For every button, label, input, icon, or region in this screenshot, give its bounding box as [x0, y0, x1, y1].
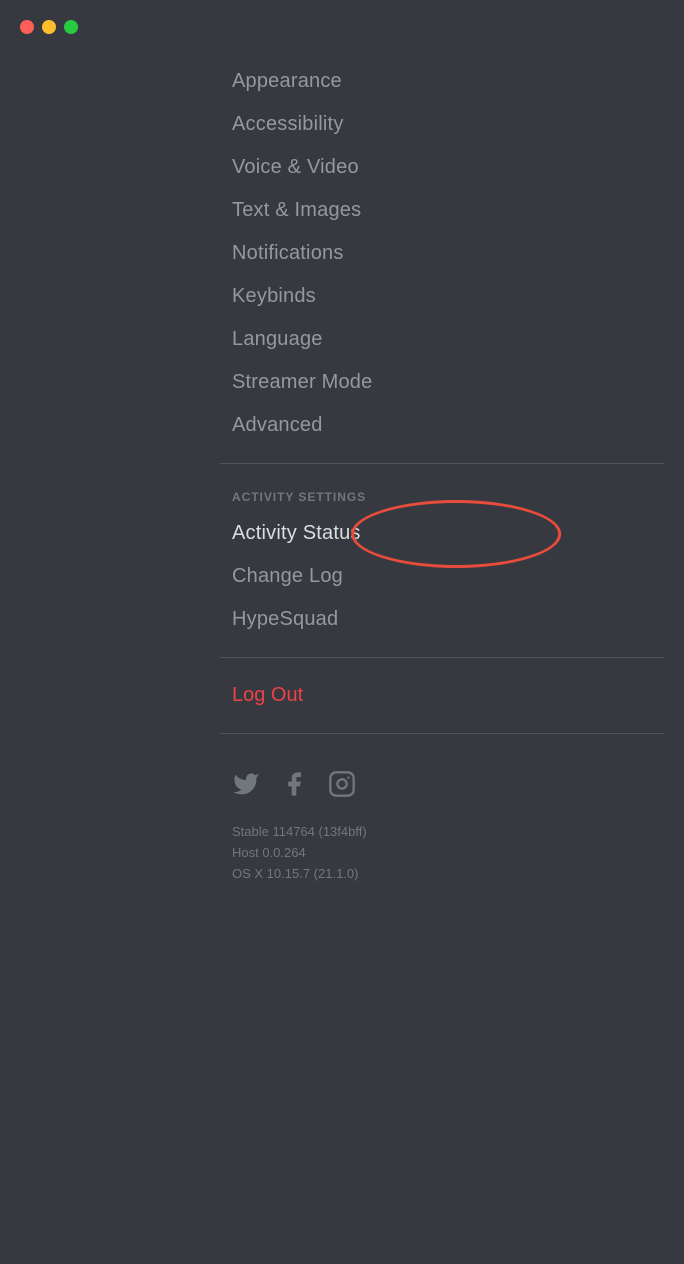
maximize-button[interactable]: [64, 20, 78, 34]
sidebar-item-change-log[interactable]: Change Log: [220, 555, 684, 598]
sidebar-item-text-images[interactable]: Text & Images: [220, 189, 684, 232]
instagram-icon[interactable]: [328, 770, 356, 798]
activity-status-wrapper: Activity Status: [220, 512, 684, 555]
sidebar-item-change-log-wrapper: Change Log: [220, 555, 684, 598]
nav-list: Appearance Accessibility Voice & Video T…: [0, 0, 684, 447]
activity-settings-header: ACTIVITY SETTINGS: [220, 480, 684, 512]
twitter-icon[interactable]: [232, 770, 260, 798]
sidebar-item-accessibility[interactable]: Accessibility: [220, 103, 684, 146]
version-line-2: Host 0.0.264: [232, 843, 672, 864]
divider-activity: [220, 463, 664, 464]
version-line-1: Stable 114764 (13f4bff): [232, 822, 672, 843]
sidebar-item-advanced[interactable]: Advanced: [220, 404, 684, 447]
facebook-icon[interactable]: [280, 770, 308, 798]
settings-sidebar: Appearance Accessibility Voice & Video T…: [0, 0, 684, 888]
sidebar-item-hypesquad[interactable]: HypeSquad: [220, 598, 684, 641]
version-info: Stable 114764 (13f4bff) Host 0.0.264 OS …: [220, 818, 684, 888]
minimize-button[interactable]: [42, 20, 56, 34]
logout-button[interactable]: Log Out: [0, 674, 684, 717]
sidebar-item-appearance[interactable]: Appearance: [220, 60, 684, 103]
sidebar-item-voice-video[interactable]: Voice & Video: [220, 146, 684, 189]
divider-logout: [220, 657, 664, 658]
sidebar-item-activity-status[interactable]: Activity Status: [220, 512, 684, 555]
divider-footer: [220, 733, 664, 734]
social-icons-group: [220, 750, 684, 818]
sidebar-item-streamer-mode[interactable]: Streamer Mode: [220, 361, 684, 404]
sidebar-item-hypesquad-wrapper: HypeSquad: [220, 598, 684, 641]
close-button[interactable]: [20, 20, 34, 34]
version-line-3: OS X 10.15.7 (21.1.0): [232, 864, 672, 885]
sidebar-item-keybinds[interactable]: Keybinds: [220, 275, 684, 318]
sidebar-item-language[interactable]: Language: [220, 318, 684, 361]
sidebar-item-notifications[interactable]: Notifications: [220, 232, 684, 275]
window-controls: [0, 0, 98, 44]
